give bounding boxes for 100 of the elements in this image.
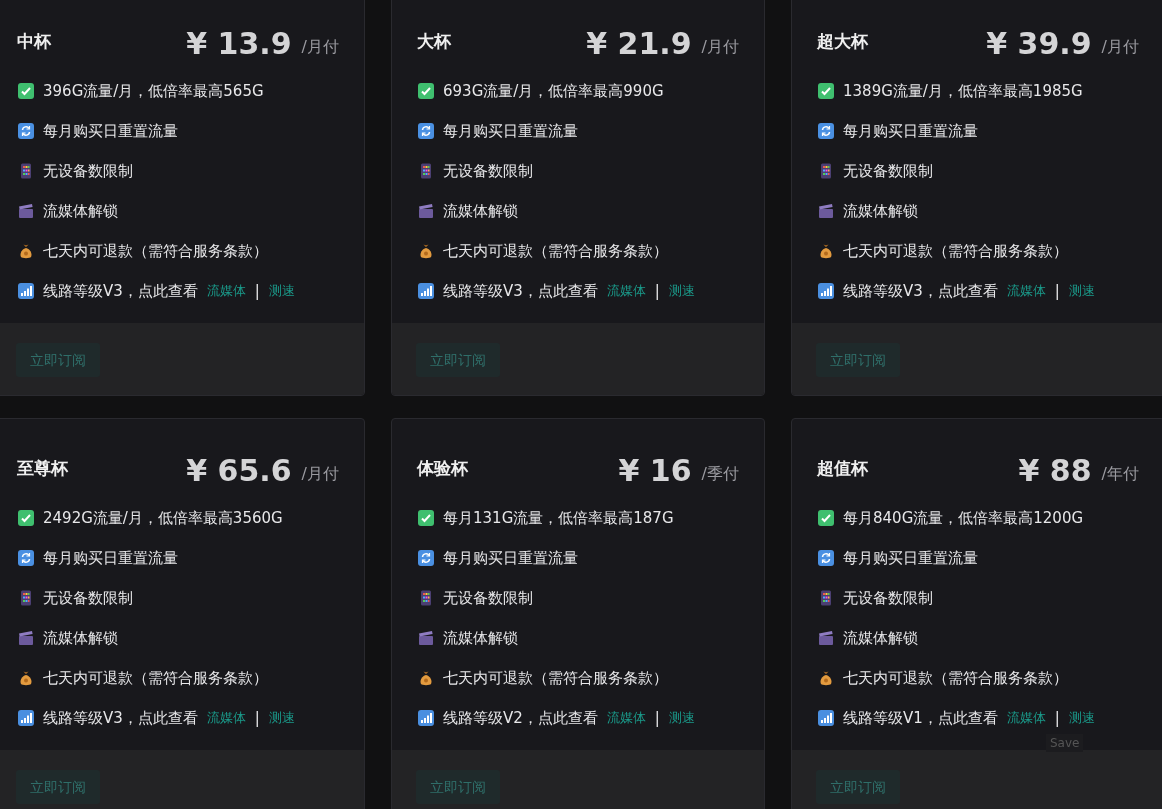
billing-period: /年付: [1101, 463, 1139, 485]
feature-link[interactable]: 流媒体: [1006, 281, 1046, 301]
billing-period: /月付: [701, 36, 739, 58]
feature-text: 无设备数限制: [443, 587, 533, 609]
link-separator: |: [654, 707, 660, 729]
plan-name: 至尊杯: [17, 456, 68, 480]
feature-text: 七天内可退款（需符合服务条款）: [443, 667, 668, 689]
feature-link[interactable]: 流媒体: [1006, 708, 1046, 728]
refresh-icon: [18, 123, 34, 139]
bar-chart-icon: [818, 710, 834, 726]
plan-name: 体验杯: [417, 456, 468, 480]
refresh-icon: [418, 123, 434, 139]
feature-text: 七天内可退款（需符合服务条款）: [43, 667, 268, 689]
plan-price: ¥ 88: [1018, 452, 1092, 490]
clapperboard-icon: [818, 203, 834, 219]
clapperboard-icon: [18, 630, 34, 646]
money-bag-icon: [18, 243, 34, 259]
clapperboard-icon: [818, 630, 834, 646]
feature-text: 无设备数限制: [843, 160, 933, 182]
feature-text: 无设备数限制: [43, 160, 133, 182]
feature-link[interactable]: 流媒体: [606, 708, 646, 728]
plan-name: 中杯: [17, 29, 51, 53]
clapperboard-icon: [418, 203, 434, 219]
plan-price: ¥ 13.9: [186, 25, 292, 63]
feature-text: 每月购买日重置流量: [43, 120, 178, 142]
feature-text: 无设备数限制: [843, 587, 933, 609]
link-separator: |: [254, 707, 260, 729]
feature-text: 每月购买日重置流量: [843, 547, 978, 569]
feature-text: 每月购买日重置流量: [443, 547, 578, 569]
link-separator: |: [254, 280, 260, 302]
calculator-icon: [18, 163, 34, 179]
money-bag-icon: [818, 670, 834, 686]
calculator-icon: [18, 590, 34, 606]
feature-text: 流媒体解锁: [843, 627, 918, 649]
refresh-icon: [818, 550, 834, 566]
feature-link[interactable]: 流媒体: [606, 281, 646, 301]
plan-price: ¥ 21.9: [586, 25, 692, 63]
link-separator: |: [1054, 707, 1060, 729]
feature-link[interactable]: 测速: [268, 281, 295, 301]
plan-name: 超值杯: [817, 456, 868, 480]
plan-price: ¥ 16: [618, 452, 692, 490]
check-mark-icon: [418, 83, 434, 99]
bar-chart-icon: [418, 710, 434, 726]
plan-price: ¥ 39.9: [986, 25, 1092, 63]
feature-text: 七天内可退款（需符合服务条款）: [443, 240, 668, 262]
billing-period: /月付: [301, 36, 339, 58]
refresh-icon: [18, 550, 34, 566]
feature-link[interactable]: 测速: [268, 708, 295, 728]
feature-text: 线路等级V2，点此查看: [443, 707, 598, 729]
feature-link[interactable]: 测速: [1068, 708, 1095, 728]
feature-text: 每月840G流量，低倍率最高1200G: [843, 507, 1084, 529]
feature-text: 无设备数限制: [43, 587, 133, 609]
feature-text: 七天内可退款（需符合服务条款）: [843, 667, 1068, 689]
feature-text: 线路等级V1，点此查看: [843, 707, 998, 729]
feature-text: 线路等级V3，点此查看: [843, 280, 998, 302]
refresh-icon: [818, 123, 834, 139]
check-mark-icon: [18, 83, 34, 99]
money-bag-icon: [18, 670, 34, 686]
feature-text: 流媒体解锁: [443, 627, 518, 649]
clapperboard-icon: [18, 203, 34, 219]
check-mark-icon: [18, 510, 34, 526]
billing-period: /月付: [301, 463, 339, 485]
feature-text: 流媒体解锁: [43, 200, 118, 222]
plan-name: 大杯: [417, 29, 451, 53]
feature-link[interactable]: 流媒体: [206, 708, 246, 728]
calculator-icon: [818, 590, 834, 606]
feature-link[interactable]: 测速: [668, 708, 695, 728]
feature-text: 线路等级V3，点此查看: [43, 707, 198, 729]
bar-chart-icon: [18, 283, 34, 299]
feature-text: 七天内可退款（需符合服务条款）: [843, 240, 1068, 262]
link-separator: |: [1054, 280, 1060, 302]
refresh-icon: [418, 550, 434, 566]
feature-text: 线路等级V3，点此查看: [443, 280, 598, 302]
bar-chart-icon: [818, 283, 834, 299]
plan-name: 超大杯: [817, 29, 868, 53]
calculator-icon: [418, 163, 434, 179]
calculator-icon: [818, 163, 834, 179]
bar-chart-icon: [418, 283, 434, 299]
plan-price: ¥ 65.6: [186, 452, 292, 490]
billing-period: /季付: [701, 463, 739, 485]
feature-text: 线路等级V3，点此查看: [43, 280, 198, 302]
feature-text: 七天内可退款（需符合服务条款）: [43, 240, 268, 262]
link-separator: |: [654, 280, 660, 302]
feature-text: 流媒体解锁: [843, 200, 918, 222]
check-mark-icon: [818, 510, 834, 526]
feature-text: 396G流量/月，低倍率最高565G: [43, 80, 264, 102]
feature-text: 每月购买日重置流量: [443, 120, 578, 142]
money-bag-icon: [818, 243, 834, 259]
feature-text: 流媒体解锁: [43, 627, 118, 649]
feature-text: 流媒体解锁: [443, 200, 518, 222]
feature-link[interactable]: 流媒体: [206, 281, 246, 301]
check-mark-icon: [418, 510, 434, 526]
feature-text: 无设备数限制: [443, 160, 533, 182]
feature-text: 693G流量/月，低倍率最高990G: [443, 80, 664, 102]
feature-text: 每月购买日重置流量: [43, 547, 178, 569]
feature-link[interactable]: 测速: [1068, 281, 1095, 301]
money-bag-icon: [418, 243, 434, 259]
feature-link[interactable]: 测速: [668, 281, 695, 301]
money-bag-icon: [418, 670, 434, 686]
calculator-icon: [418, 590, 434, 606]
